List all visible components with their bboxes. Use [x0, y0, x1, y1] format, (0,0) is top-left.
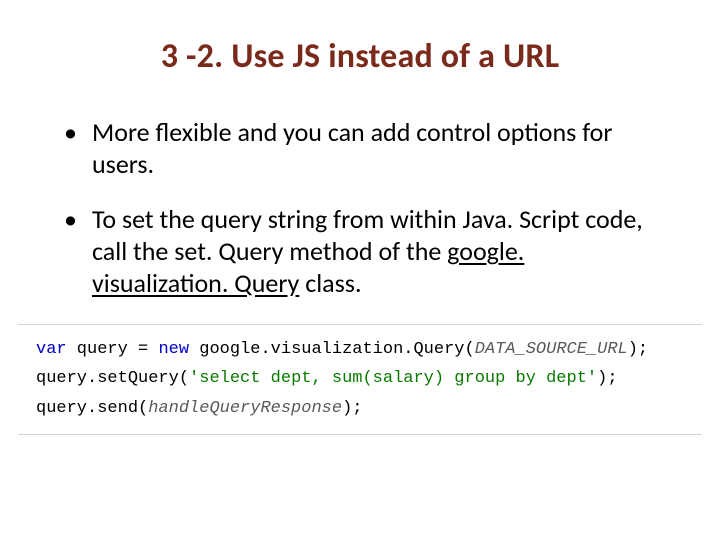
code-arg: handleQueryResponse — [148, 399, 342, 418]
slide-title: 3 -2. Use JS instead of a URL — [52, 36, 668, 77]
code-class: Query — [413, 340, 464, 359]
code-method: setQuery — [97, 369, 179, 388]
code-keyword: new — [158, 340, 189, 359]
code-text: query. — [36, 369, 97, 388]
code-string: 'select dept, sum(salary) group by dept' — [189, 369, 597, 388]
bullet-list: More flexible and you can add control op… — [52, 117, 668, 300]
code-text: query. — [36, 399, 97, 418]
code-text: = — [138, 340, 148, 359]
bullet-text: To set the query string from within Java… — [92, 203, 643, 267]
code-block: var query = new google.visualization.Que… — [18, 324, 702, 435]
code-text: query — [67, 340, 138, 359]
bullet-text: class. — [299, 267, 361, 299]
code-text: google.visualization. — [189, 340, 413, 359]
code-method: send — [97, 399, 138, 418]
code-keyword: var — [36, 340, 67, 359]
list-item: More flexible and you can add control op… — [64, 117, 658, 180]
list-item: To set the query string from within Java… — [64, 204, 658, 299]
code-text — [148, 340, 158, 359]
code-arg: DATA_SOURCE_URL — [475, 340, 628, 359]
